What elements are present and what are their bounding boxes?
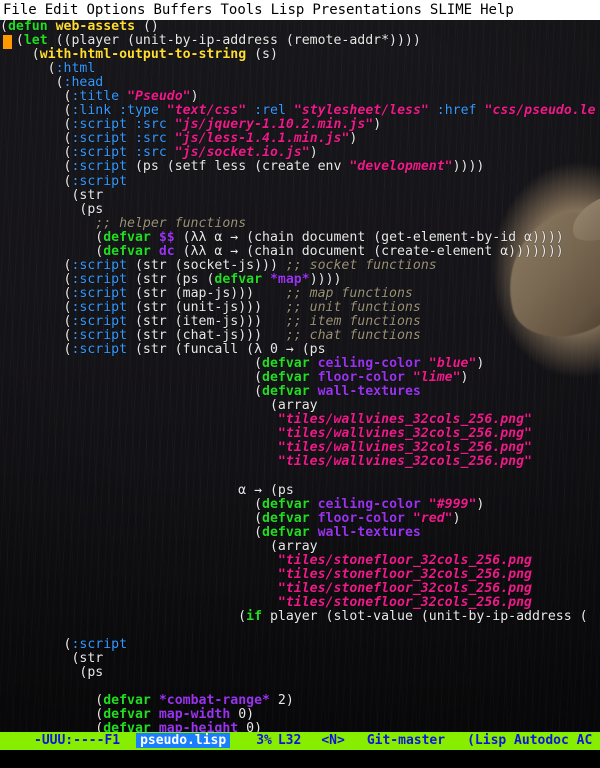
code-line: (ps — [0, 201, 104, 217]
code-line: (:script (str (socket-js))) ;; socket fu… — [0, 257, 437, 273]
code-line: (:script — [0, 173, 128, 189]
code-line: (let ((player (unit-by-ip-address (remot… — [15, 33, 421, 49]
emacs-window: File Edit Options Buffers Tools Lisp Presentat… — [0, 0, 600, 768]
mode-line-major-mode[interactable]: (Lisp Autodoc AC — [467, 732, 592, 750]
menu-item-lisp[interactable]: Lisp — [271, 0, 305, 20]
menu-bar: File Edit Options Buffers Tools Lisp Presentat… — [0, 0, 600, 20]
code-line: (:script (ps (setf less (create env "dev… — [0, 159, 485, 175]
text-cursor — [3, 35, 12, 49]
code-line: "tiles/stonefloor_32cols_256.png — [277, 580, 532, 596]
code-line: (defvar map-height 0) — [0, 721, 263, 732]
code-line: (:script — [0, 637, 128, 653]
code-line: (defvar $$ (λλ α → (chain document (get-… — [0, 229, 564, 245]
code-line: (defvar ceiling-color "#999") — [0, 496, 485, 512]
code-line: (:script (str (chat-js))) ;; chat functi… — [0, 328, 421, 344]
code-line: (:script (str (unit-js))) ;; unit functi… — [0, 299, 421, 315]
code-line: (defvar floor-color "red") — [0, 510, 461, 526]
code-line: "tiles/stonefloor_32cols_256.png — [277, 566, 532, 582]
mode-line-narrow-indicator: <N> — [321, 733, 345, 748]
mode-line-vc-branch[interactable]: Git-master — [367, 732, 445, 750]
menu-item-tools[interactable]: Tools — [220, 0, 262, 20]
menu-item-help[interactable]: Help — [480, 0, 514, 20]
code-line: (:script (str (map-js))) ;; map function… — [0, 285, 413, 301]
mode-line-status: -UUU:----F1 — [34, 733, 121, 748]
code-line: (:script (str (ps (defvar *map*)))) — [0, 271, 342, 287]
menu-item-options[interactable]: Options — [86, 0, 145, 20]
mode-line-line-number: L32 — [277, 733, 302, 748]
echo-area[interactable] — [0, 750, 600, 768]
mode-line-buffer-name[interactable]: pseudo.lisp — [136, 733, 231, 748]
code-line: (:script (str (item-js))) ;; item functi… — [0, 313, 421, 329]
menu-item-file[interactable]: File — [3, 0, 37, 20]
code-line: (defun web-assets () — [0, 20, 159, 34]
code-line: (defvar wall-textures — [0, 524, 421, 540]
menu-item-slime[interactable]: SLIME — [430, 0, 472, 20]
mode-line-percent: 3% — [256, 733, 272, 748]
code-line: α → (ps — [0, 482, 294, 498]
buffer-text-area[interactable]: (defun web-assets () (let ((player (unit… — [0, 20, 600, 732]
source-code: (defun web-assets () (let ((player (unit… — [0, 20, 600, 732]
menu-item-buffers[interactable]: Buffers — [153, 0, 212, 20]
mode-line[interactable]: -UUU:----F1 pseudo.lisp 3% L32 <N> Git-master… — [0, 732, 600, 750]
menu-item-edit[interactable]: Edit — [45, 0, 79, 20]
code-line: (if player (slot-value (unit-by-ip-addre… — [0, 608, 588, 624]
code-line: (array — [0, 538, 318, 554]
menu-item-presentations[interactable]: Presentations — [312, 0, 422, 20]
code-line: (defvar dc (λλ α → (chain document (crea… — [0, 243, 564, 259]
code-line: "tiles/wallvines_32cols_256.png" — [277, 454, 532, 470]
code-line: "tiles/stonefloor_32cols_256.png — [277, 594, 532, 610]
code-line: (str — [0, 187, 104, 203]
code-line: (ps — [0, 665, 104, 681]
code-line: "tiles/stonefloor_32cols_256.png — [277, 552, 532, 568]
code-line: ;; helper functions — [95, 215, 247, 231]
